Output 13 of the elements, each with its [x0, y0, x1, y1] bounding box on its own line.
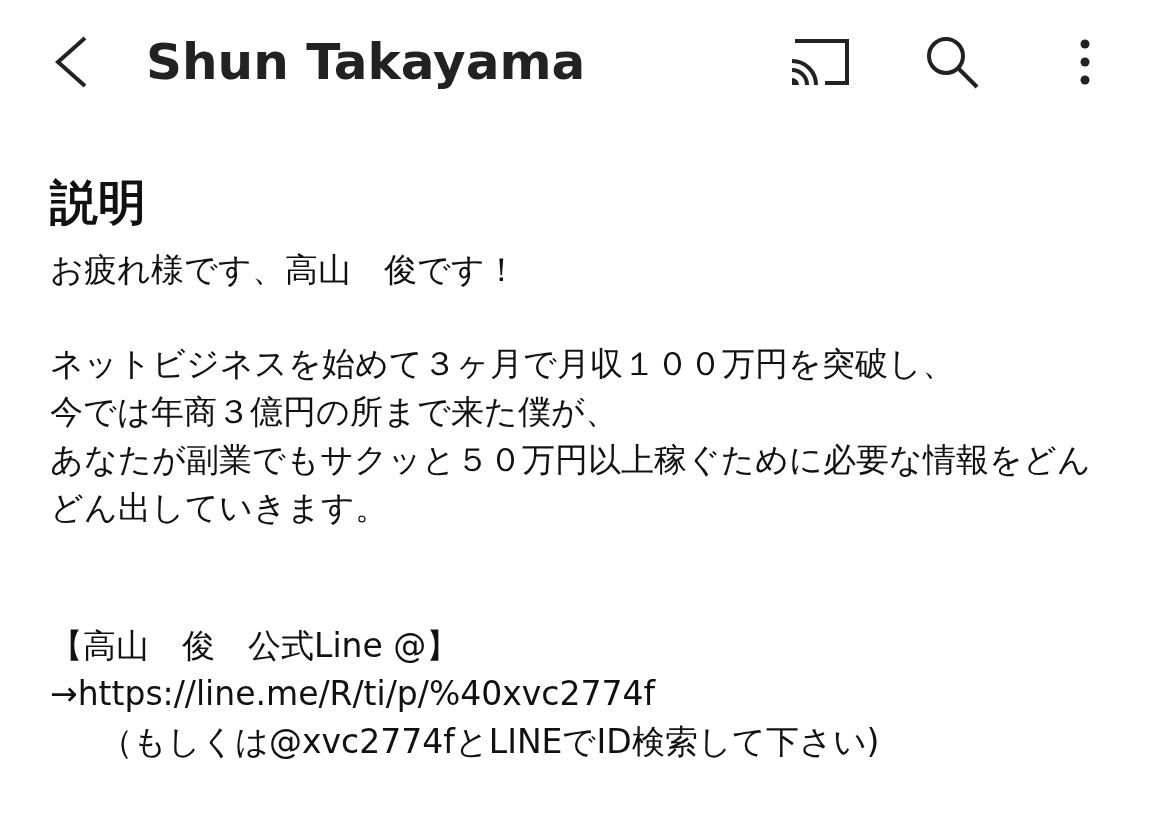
description-text: お疲れ様です、高山 俊です！	[50, 249, 518, 291]
description-text: 今では年商３億円の所まで来た僕が、	[50, 391, 618, 433]
description-text: あなたが副業でもサクッと５０万円以上稼ぐために必要な情報をどんどん出していきます。	[50, 439, 1092, 529]
contact-note: （もしくは@xvc2774fとLINEでID検索して下さい)	[99, 721, 880, 763]
search-icon[interactable]	[924, 34, 980, 90]
section-heading: 説明	[50, 173, 146, 232]
more-icon[interactable]	[1080, 39, 1090, 85]
description-text: ネットビジネスを始めて３ヶ月で月収１００万円を突破し、	[50, 343, 955, 385]
cast-icon[interactable]	[789, 37, 851, 87]
line-link[interactable]: →https://line.me/R/ti/p/%40xvc2774f	[50, 670, 656, 718]
contact-title: 【高山 俊 公式Line @】	[50, 625, 460, 667]
back-icon[interactable]	[54, 36, 88, 88]
channel-title: Shun Takayama	[146, 33, 587, 91]
